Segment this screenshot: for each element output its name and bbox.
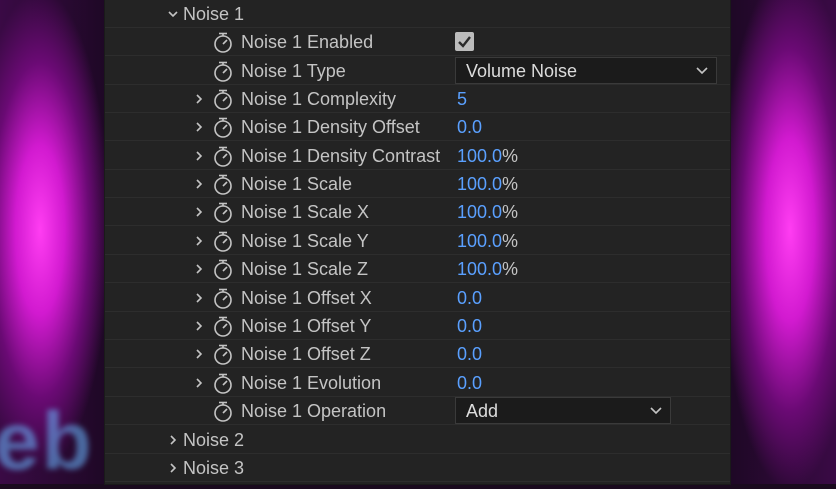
stopwatch-icon[interactable] xyxy=(213,117,233,139)
chevron-down-icon xyxy=(650,407,662,415)
property-label: Noise 1 Offset Z xyxy=(241,344,371,364)
property-row-offset-z: Noise 1 Offset Z 0.0 xyxy=(105,340,730,368)
property-value[interactable]: 100.0% xyxy=(457,146,518,167)
property-label: Noise 1 Scale Z xyxy=(241,259,369,279)
chevron-down-icon[interactable] xyxy=(167,8,179,20)
stopwatch-icon[interactable] xyxy=(213,259,233,281)
property-row-type: Noise 1 Type Volume Noise xyxy=(105,57,730,85)
background-text: eb xyxy=(0,396,94,487)
property-row-scale-y: Noise 1 Scale Y 100.0% xyxy=(105,227,730,255)
property-label: Noise 1 Offset X xyxy=(241,288,372,308)
stopwatch-icon[interactable] xyxy=(213,373,233,395)
property-label: Noise 1 Density Offset xyxy=(241,117,420,137)
property-value[interactable]: 0.0 xyxy=(457,316,482,337)
operation-dropdown[interactable]: Add xyxy=(455,397,671,424)
chevron-right-icon[interactable] xyxy=(193,320,205,332)
type-dropdown[interactable]: Volume Noise xyxy=(455,57,717,84)
property-value[interactable]: 100.0% xyxy=(457,174,518,195)
property-value[interactable]: 0.0 xyxy=(457,288,482,309)
chevron-right-icon[interactable] xyxy=(193,377,205,389)
stopwatch-icon[interactable] xyxy=(213,146,233,168)
group-row-noise-1[interactable]: Noise 1 xyxy=(105,0,730,28)
property-row-density-offset: Noise 1 Density Offset 0.0 xyxy=(105,113,730,141)
property-row-scale-z: Noise 1 Scale Z 100.0% xyxy=(105,255,730,283)
checkmark-icon xyxy=(458,36,471,48)
group-label: Noise 3 xyxy=(183,458,245,478)
property-value[interactable]: 100.0% xyxy=(457,231,518,252)
property-label: Noise 1 Type xyxy=(241,61,346,81)
chevron-right-icon[interactable] xyxy=(193,235,205,247)
stopwatch-icon[interactable] xyxy=(213,89,233,111)
property-label: Noise 1 Scale X xyxy=(241,202,370,222)
stopwatch-icon[interactable] xyxy=(213,61,233,83)
chevron-right-icon[interactable] xyxy=(193,121,205,133)
property-label: Noise 1 Evolution xyxy=(241,373,382,393)
chevron-down-icon xyxy=(696,67,708,75)
property-row-scale: Noise 1 Scale 100.0% xyxy=(105,170,730,198)
stopwatch-icon[interactable] xyxy=(213,174,233,196)
property-row-offset-y: Noise 1 Offset Y 0.0 xyxy=(105,312,730,340)
stopwatch-icon[interactable] xyxy=(213,316,233,338)
chevron-right-icon[interactable] xyxy=(193,178,205,190)
chevron-right-icon[interactable] xyxy=(193,150,205,162)
chevron-right-icon[interactable] xyxy=(193,263,205,275)
property-row-offset-x: Noise 1 Offset X 0.0 xyxy=(105,284,730,312)
property-label: Noise 1 Scale xyxy=(241,174,353,194)
property-label: Noise 1 Enabled xyxy=(241,32,374,52)
property-value[interactable]: 5 xyxy=(457,89,467,110)
stopwatch-icon[interactable] xyxy=(213,202,233,224)
property-value[interactable]: 0.0 xyxy=(457,344,482,365)
stopwatch-icon[interactable] xyxy=(213,401,233,423)
property-value[interactable]: 100.0% xyxy=(457,259,518,280)
group-label: Noise 1 xyxy=(183,4,245,24)
chevron-right-icon[interactable] xyxy=(193,292,205,304)
property-row-density-contrast: Noise 1 Density Contrast 100.0% xyxy=(105,142,730,170)
property-value[interactable]: 100.0% xyxy=(457,202,518,223)
property-value[interactable]: 0.0 xyxy=(457,373,482,394)
chevron-right-icon[interactable] xyxy=(167,434,179,446)
group-row-noise-2[interactable]: Noise 2 xyxy=(105,426,730,454)
property-label: Noise 1 Offset Y xyxy=(241,316,372,336)
property-label: Noise 1 Density Contrast xyxy=(241,146,441,166)
property-row-operation: Noise 1 Operation Add xyxy=(105,397,730,425)
property-label: Noise 1 Scale Y xyxy=(241,231,369,251)
chevron-right-icon[interactable] xyxy=(193,348,205,360)
property-row-scale-x: Noise 1 Scale X 100.0% xyxy=(105,198,730,226)
property-label: Noise 1 Complexity xyxy=(241,89,397,109)
effect-controls-panel: Noise 1 Noise 1 Enabled Noise 1 Type Vol… xyxy=(105,0,730,484)
property-value[interactable]: 0.0 xyxy=(457,117,482,138)
stopwatch-icon[interactable] xyxy=(213,344,233,366)
stopwatch-icon[interactable] xyxy=(213,231,233,253)
enabled-checkbox[interactable] xyxy=(455,32,474,51)
stopwatch-icon[interactable] xyxy=(213,288,233,310)
chevron-right-icon[interactable] xyxy=(193,206,205,218)
property-row-evolution: Noise 1 Evolution 0.0 xyxy=(105,369,730,397)
group-label: Noise 2 xyxy=(183,430,245,450)
property-row-complexity: Noise 1 Complexity 5 xyxy=(105,85,730,113)
dropdown-value: Add xyxy=(466,401,499,421)
group-row-noise-3[interactable]: Noise 3 xyxy=(105,454,730,482)
property-row-enabled: Noise 1 Enabled xyxy=(105,28,730,56)
property-label: Noise 1 Operation xyxy=(241,401,387,421)
stopwatch-icon[interactable] xyxy=(213,32,233,54)
chevron-right-icon[interactable] xyxy=(167,462,179,474)
dropdown-value: Volume Noise xyxy=(466,61,578,81)
chevron-right-icon[interactable] xyxy=(193,93,205,105)
